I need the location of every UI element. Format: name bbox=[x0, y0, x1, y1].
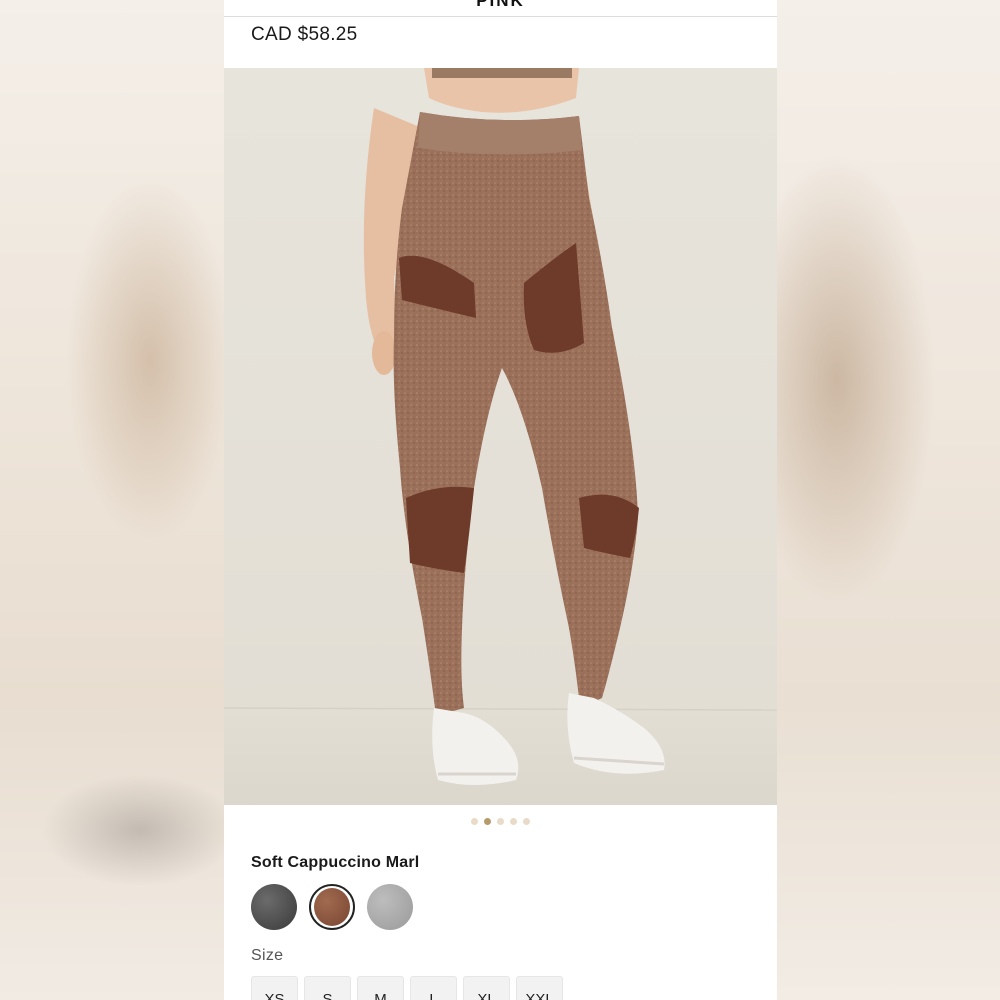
swatch-charcoal-marl[interactable] bbox=[251, 884, 297, 930]
size-label: Size bbox=[251, 947, 284, 964]
brand-logo[interactable]: PINK bbox=[224, 0, 777, 11]
leggings bbox=[393, 112, 638, 716]
product-page: PINK CAD $58.25 Soft Cappuccino Marl Siz… bbox=[224, 0, 777, 1000]
size-l-button[interactable]: L bbox=[410, 976, 457, 1000]
product-price: CAD $58.25 bbox=[251, 24, 358, 45]
carousel-dot[interactable] bbox=[523, 818, 530, 825]
selected-color-name: Soft Cappuccino Marl bbox=[251, 854, 420, 871]
size-m-button[interactable]: M bbox=[357, 976, 404, 1000]
size-xs-button[interactable]: XS bbox=[251, 976, 298, 1000]
leggings-photo bbox=[224, 68, 777, 805]
carousel-dot-active[interactable] bbox=[484, 818, 491, 825]
size-selector: XS S M L XL XXL bbox=[251, 976, 563, 1000]
top-bar: PINK bbox=[224, 0, 777, 17]
size-xxl-button[interactable]: XXL bbox=[516, 976, 563, 1000]
background-blur-right bbox=[777, 0, 1000, 1000]
size-s-button[interactable]: S bbox=[304, 976, 351, 1000]
carousel-dot[interactable] bbox=[497, 818, 504, 825]
carousel-indicator bbox=[224, 818, 777, 828]
swatch-soft-cappuccino-marl[interactable] bbox=[309, 884, 355, 930]
carousel-dot[interactable] bbox=[510, 818, 517, 825]
product-image[interactable] bbox=[224, 68, 777, 805]
color-swatches bbox=[251, 884, 413, 930]
size-xl-button[interactable]: XL bbox=[463, 976, 510, 1000]
carousel-dot[interactable] bbox=[471, 818, 478, 825]
background-blur-left bbox=[0, 0, 224, 1000]
swatch-heather-grey[interactable] bbox=[367, 884, 413, 930]
